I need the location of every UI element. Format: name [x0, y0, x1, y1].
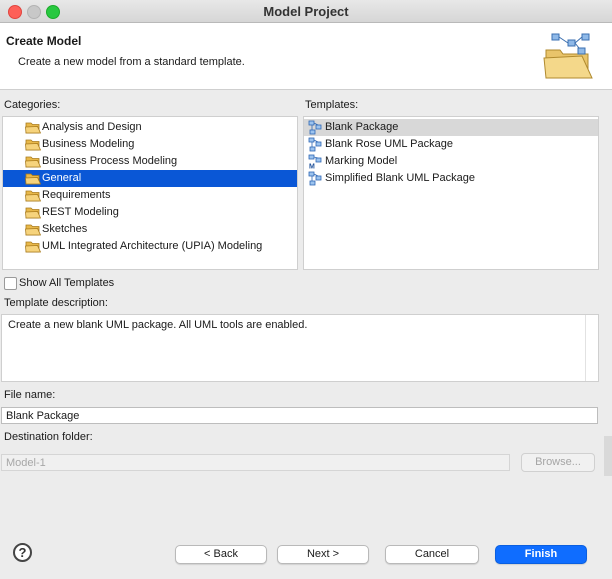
template-item-label: Blank Rose UML Package	[325, 138, 453, 150]
category-item[interactable]: Business Modeling	[3, 136, 297, 153]
category-item[interactable]: UML Integrated Architecture (UPIA) Model…	[3, 238, 297, 255]
package-icon	[308, 137, 323, 152]
category-item-label: Analysis and Design	[42, 121, 142, 133]
template-description-text: Create a new blank UML package. All UML …	[8, 319, 308, 331]
package-icon	[308, 171, 323, 186]
category-item-label: Requirements	[42, 189, 111, 201]
category-item[interactable]: Requirements	[3, 187, 297, 204]
folder-icon	[25, 206, 42, 219]
categories-list[interactable]: Analysis and Design Business Modeling Busi…	[2, 116, 298, 270]
category-item[interactable]: Analysis and Design	[3, 119, 297, 136]
category-item[interactable]: General	[3, 170, 297, 187]
template-item[interactable]: Blank Package	[304, 119, 598, 136]
categories-label: Categories:	[4, 99, 61, 111]
templates-label: Templates:	[305, 99, 359, 111]
template-item[interactable]: M Marking Model	[304, 153, 598, 171]
destination-folder-input: Model-1	[1, 454, 510, 471]
category-item-label: General	[42, 172, 82, 184]
folder-model-icon	[543, 33, 593, 79]
finish-button[interactable]: Finish	[495, 545, 587, 564]
template-item[interactable]: Blank Rose UML Package	[304, 136, 598, 153]
category-item[interactable]: REST Modeling	[3, 204, 297, 221]
cancel-button[interactable]: Cancel	[385, 545, 479, 564]
category-item[interactable]: Sketches	[3, 221, 297, 238]
folder-icon	[25, 121, 42, 134]
folder-icon	[25, 240, 42, 253]
description-scrollbar[interactable]	[585, 315, 586, 381]
folder-icon	[25, 189, 42, 202]
wizard-banner: Create Model Create a new model from a s…	[0, 23, 612, 90]
browse-button: Browse...	[521, 453, 595, 472]
category-item-label: Business Modeling	[42, 138, 135, 150]
folder-icon	[25, 155, 42, 168]
template-item-label: Blank Package	[325, 121, 399, 133]
template-description-box: Create a new blank UML package. All UML …	[1, 314, 599, 382]
window-title: Model Project	[263, 4, 349, 19]
show-all-templates-checkbox[interactable]	[4, 277, 17, 290]
template-item-label: Simplified Blank UML Package	[325, 172, 475, 184]
svg-text:M: M	[309, 164, 315, 170]
template-item-label: Marking Model	[325, 155, 398, 167]
file-name-input[interactable]: Blank Package	[1, 407, 598, 424]
templates-list[interactable]: Blank Package Blank Rose UML Package M Mark…	[303, 116, 599, 270]
category-item-label: Sketches	[42, 223, 88, 235]
help-button[interactable]: ?	[13, 543, 32, 562]
destination-folder-label: Destination folder:	[4, 431, 93, 443]
show-all-templates-label[interactable]: Show All Templates	[19, 277, 114, 289]
folder-icon	[25, 138, 42, 151]
folder-icon	[25, 172, 42, 185]
banner-title: Create Model	[6, 34, 82, 48]
template-item[interactable]: Simplified Blank UML Package	[304, 170, 598, 187]
window-edge	[604, 436, 612, 476]
back-button[interactable]: < Back	[175, 545, 267, 564]
category-item-label: REST Modeling	[42, 206, 119, 218]
template-description-label: Template description:	[4, 297, 108, 309]
package-icon	[308, 120, 323, 135]
category-item[interactable]: Business Process Modeling	[3, 153, 297, 170]
file-name-label: File name:	[4, 389, 56, 401]
category-item-label: UML Integrated Architecture (UPIA) Model…	[42, 240, 263, 252]
folder-icon	[25, 223, 42, 236]
next-button[interactable]: Next >	[277, 545, 369, 564]
title-bar: Model Project	[0, 0, 612, 23]
category-item-label: Business Process Modeling	[42, 155, 178, 167]
banner-subtitle: Create a new model from a standard templ…	[18, 56, 245, 68]
marking-model-icon: M	[308, 154, 323, 171]
